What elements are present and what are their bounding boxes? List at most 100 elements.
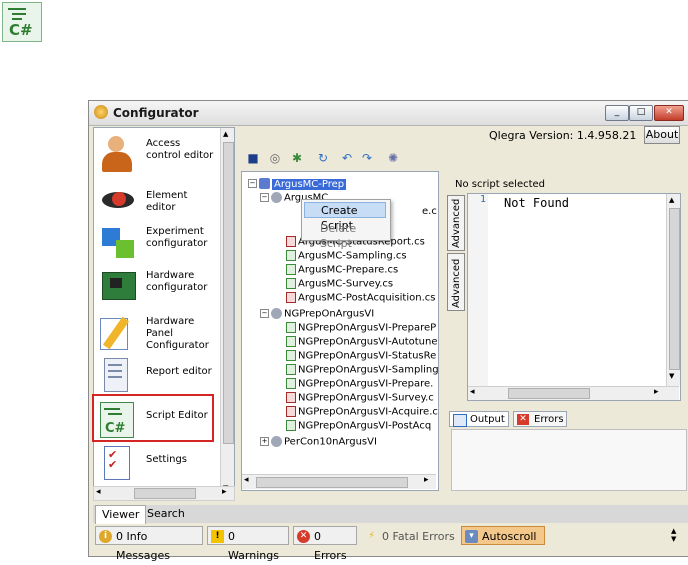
tab-viewer[interactable]: Viewer — [95, 505, 147, 524]
tree-root-label: ArgusMC-Prep — [272, 178, 347, 190]
sidebar-item-label: Settings — [146, 454, 188, 465]
tree-node[interactable]: − NGPrepOnArgusVI — [260, 308, 374, 320]
sidebar-item-access-control[interactable]: Access control editor — [98, 132, 216, 178]
sidebar-item-element-editor[interactable]: Element editor — [98, 178, 216, 224]
autoscroll-button[interactable]: ▾ Autoscroll — [461, 526, 545, 545]
tree-file-label: NGPrepOnArgusVI-Survey.c — [298, 392, 434, 404]
output-area[interactable] — [451, 429, 687, 491]
tab-label: Advanced — [451, 198, 462, 248]
sidebar-scrollbar[interactable]: ▲ ▼ — [220, 128, 234, 500]
config-icon[interactable]: ✺ — [385, 151, 401, 165]
warning-icon: ! — [211, 530, 224, 543]
delete-script-menu-item[interactable]: Delete Script — [304, 221, 386, 250]
advanced-tabs: Advanced Advanced — [447, 195, 465, 313]
tree-file[interactable]: NGPrepOnArgusVI-Autotune — [286, 336, 438, 348]
sidebar: Access control editor Element editor Exp… — [93, 127, 235, 501]
tab-advanced-1[interactable]: Advanced — [447, 195, 465, 251]
tab-errors[interactable]: ✕ Errors — [513, 411, 567, 427]
autoscroll-label: Autoscroll — [482, 530, 537, 543]
errors-button[interactable]: ✕ 0 Errors — [293, 526, 357, 562]
output-icon — [453, 414, 467, 427]
report-icon — [98, 356, 138, 396]
info-messages-button[interactable]: i 0 Info Messages — [95, 526, 203, 562]
info-messages-label: 0 Info Messages — [116, 530, 170, 562]
script-status: No script selected — [455, 179, 546, 190]
sidebar-item-label: Element editor — [146, 190, 188, 213]
tab-advanced-2[interactable]: Advanced — [447, 253, 465, 311]
info-icon: i — [99, 530, 112, 543]
warnings-button[interactable]: ! 0 Warnings — [207, 526, 289, 562]
tree-file[interactable]: NGPrepOnArgusVI-Sampling — [286, 364, 439, 376]
editor-vscrollbar[interactable]: ▲ ▼ — [666, 194, 680, 386]
close-button[interactable]: ✕ — [654, 105, 684, 121]
redo-icon[interactable]: ↷ — [359, 151, 375, 165]
configurator-window: Configurator _ □ ✕ Access control editor… — [88, 100, 688, 562]
window-title: Configurator — [113, 106, 199, 120]
checklist-icon: ✔ ✔ — [98, 444, 138, 484]
sidebar-item-label: Hardware configurator — [146, 270, 208, 293]
person-icon — [98, 134, 138, 174]
sidebar-item-hardware-panel[interactable]: Hardware Panel Configurator — [98, 310, 216, 356]
tree-file-label: NGPrepOnArgusVI-Autotune — [298, 336, 438, 348]
settings-gear-icon[interactable]: ✱ — [289, 151, 305, 165]
title-bar[interactable]: Configurator _ □ ✕ — [89, 101, 688, 126]
bottom-tabs: Viewer Search — [93, 505, 688, 524]
tree-file-label: ArgusMC-Survey.cs — [298, 278, 394, 290]
tab-output[interactable]: Output — [449, 411, 509, 427]
tree-file[interactable]: NGPrepOnArgusVI-PostAcq — [286, 420, 431, 432]
tree-node-label: PerCon10nArgusVI — [284, 436, 377, 448]
tab-search[interactable]: Search — [141, 505, 191, 523]
about-button[interactable]: About — [644, 126, 680, 144]
version-label: Qlegra Version: 1.4.958.21 — [489, 129, 637, 142]
minimize-button[interactable]: _ — [605, 105, 629, 121]
selection-highlight — [92, 394, 214, 442]
csharp-icon: C# — [2, 2, 42, 42]
sidebar-item-label: Hardware Panel Configurator — [146, 316, 209, 351]
create-script-menu-item[interactable]: Create Script — [304, 202, 386, 232]
sidebar-item-settings[interactable]: ✔ ✔ Settings — [98, 442, 216, 488]
undo-icon[interactable]: ↶ — [339, 151, 355, 165]
view-icon[interactable]: ◎ — [267, 151, 283, 165]
tree-file[interactable]: ArgusMC-Sampling.cs — [286, 250, 407, 262]
tree-file[interactable]: NGPrepOnArgusVI-Survey.c — [286, 392, 434, 404]
code-editor[interactable]: 1 Not Found ▲ ▼ ◂ ▸ — [467, 193, 681, 401]
refresh-icon[interactable]: ↻ — [315, 151, 331, 165]
tree-hscrollbar[interactable]: ◂ ▸ — [242, 474, 436, 489]
tree-file[interactable]: ArgusMC-Survey.cs — [286, 278, 393, 290]
app-icon — [94, 105, 108, 119]
sidebar-item-label: Report editor — [146, 366, 212, 377]
puzzle-icon — [98, 222, 138, 262]
fatal-errors-label: 0 Fatal Errors — [382, 530, 455, 543]
sidebar-hscrollbar[interactable]: ◂ ▸ — [93, 486, 235, 501]
lightning-icon: ⚡ — [368, 531, 375, 541]
tree-file[interactable]: ArgusMC-Prepare.cs — [286, 264, 398, 276]
statusbar-scroll-arrows[interactable]: ▲ ▼ — [671, 527, 676, 543]
tree-file[interactable]: NGPrepOnArgusVI-Acquire.c — [286, 406, 438, 418]
tree-file[interactable]: NGPrepOnArgusVI-Prepare. — [286, 378, 433, 390]
tree-file-label: ArgusMC-Prepare.cs — [298, 264, 399, 276]
error-icon: ✕ — [297, 530, 310, 543]
sidebar-item-experiment-configurator[interactable]: Experiment configurator — [98, 220, 216, 266]
tree-node[interactable]: + PerCon10nArgusVI — [260, 436, 377, 448]
tree-root[interactable]: − ArgusMC-Prep — [248, 178, 347, 190]
script-editor-panel: No script selected Advanced Advanced 1 N… — [445, 173, 683, 403]
toolbar: ■ ◎ ✱ ↻ ↶ ↷ ✺ — [239, 149, 684, 169]
tree-file[interactable]: NGPrepOnArgusVI-StatusRe — [286, 350, 436, 362]
tree-file[interactable]: NGPrepOnArgusVI-PrepareP — [286, 322, 436, 334]
code-text: Not Found — [504, 196, 570, 210]
sidebar-item-label: Access control editor — [146, 138, 214, 161]
sidebar-item-hardware-configurator[interactable]: Hardware configurator — [98, 264, 216, 310]
sidebar-item-label: Experiment configurator — [146, 226, 208, 249]
save-icon[interactable]: ■ — [245, 151, 261, 165]
tree-file-label: NGPrepOnArgusVI-Prepare. — [298, 378, 434, 390]
maximize-button[interactable]: □ — [629, 105, 653, 121]
tree-file-label: NGPrepOnArgusVI-Acquire.c — [298, 406, 438, 418]
editor-hscrollbar[interactable]: ◂ ▸ — [468, 386, 679, 400]
pencil-icon — [98, 312, 138, 352]
autoscroll-icon: ▾ — [465, 530, 478, 543]
tree-file[interactable]: ArgusMC-PostAcquisition.cs — [286, 292, 435, 304]
tree-file-label: NGPrepOnArgusVI-Sampling — [298, 364, 439, 376]
fatal-errors-button[interactable]: ⚡ 0 Fatal Errors — [361, 526, 457, 545]
warnings-label: 0 Warnings — [228, 530, 279, 562]
board-icon — [98, 266, 138, 306]
